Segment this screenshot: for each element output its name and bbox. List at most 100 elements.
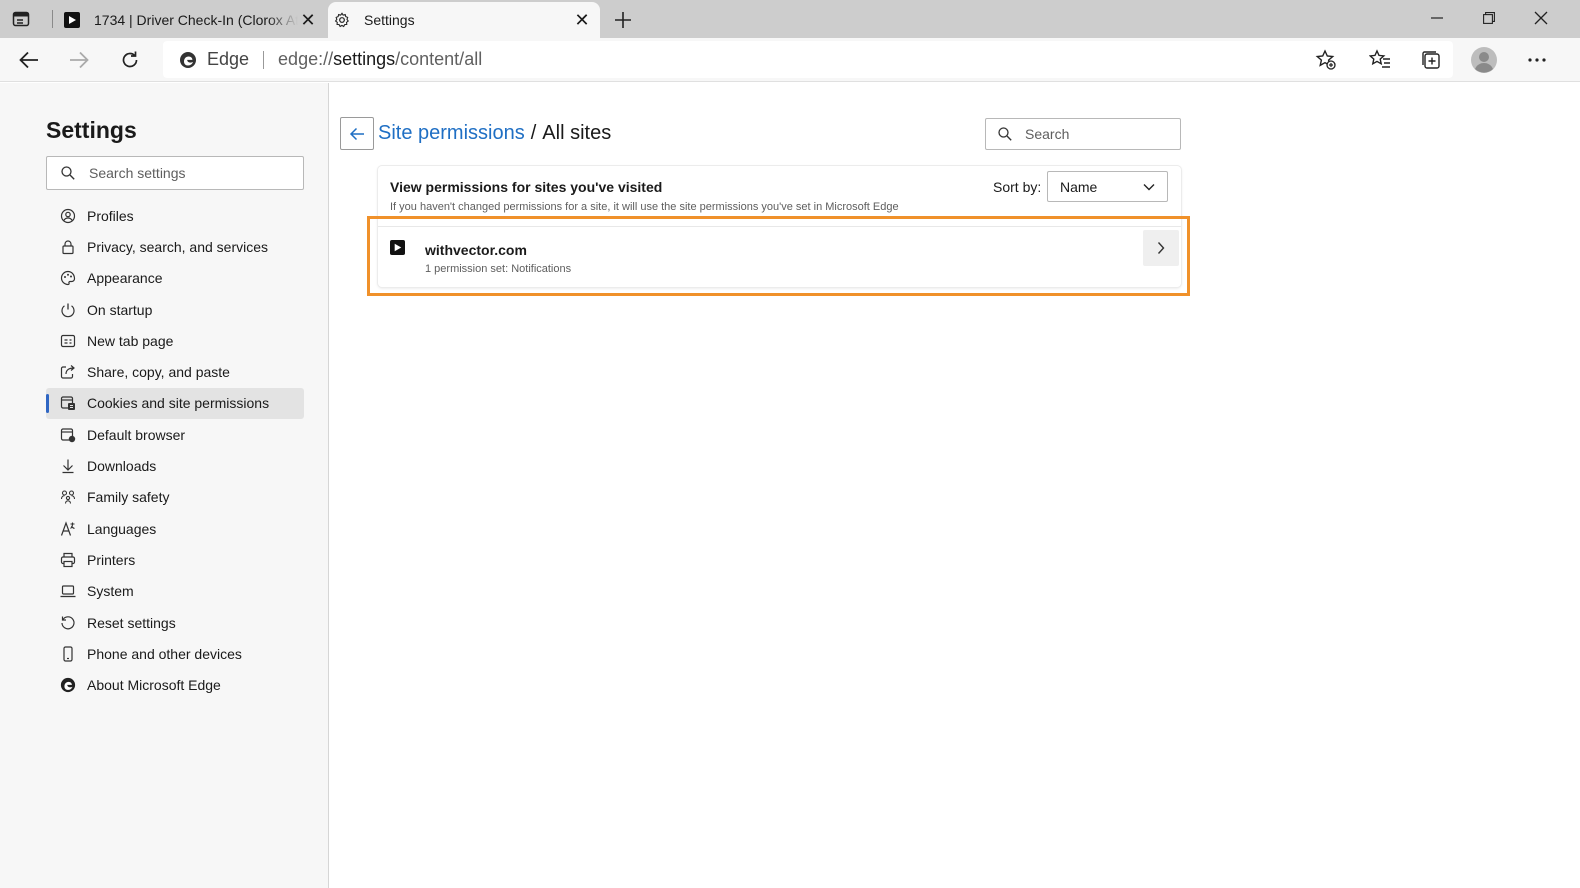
- address-divider: [263, 50, 265, 69]
- palette-icon: [60, 270, 76, 286]
- tab-driver-checkin[interactable]: 1734 | Driver Check-In (Clorox At ✕: [58, 2, 326, 38]
- sidebar-item-about[interactable]: About Microsoft Edge: [46, 669, 304, 700]
- sidebar-item-privacy[interactable]: Privacy, search, and services: [46, 231, 304, 262]
- cookie-icon: [60, 395, 76, 411]
- sidebar-item-label: Share, copy, and paste: [87, 364, 230, 381]
- arrow-right-icon: [70, 51, 89, 69]
- download-icon: [60, 458, 76, 474]
- tab-actions-button[interactable]: [10, 9, 32, 29]
- new-tab-icon: [60, 333, 76, 349]
- forward-button[interactable]: [63, 44, 95, 76]
- sidebar-item-default-browser[interactable]: Default browser: [46, 419, 304, 450]
- sort-by-select[interactable]: Name: [1047, 171, 1168, 202]
- phone-icon: [60, 646, 76, 662]
- collections-button[interactable]: [1415, 44, 1447, 76]
- search-icon: [998, 127, 1012, 141]
- sort-label: Sort by:: [993, 179, 1042, 195]
- breadcrumb-separator: /: [530, 122, 537, 144]
- favorites-icon: [1369, 49, 1390, 68]
- sidebar-item-cookies[interactable]: Cookies and site permissions: [46, 387, 304, 420]
- sidebar-item-label: Phone and other devices: [87, 645, 242, 662]
- sidebar-item-label: Downloads: [87, 458, 157, 475]
- breadcrumb: Site permissions / All sites: [378, 122, 611, 145]
- restore-icon: [1483, 12, 1495, 24]
- sidebar-item-startup[interactable]: On startup: [46, 294, 304, 325]
- profile-button[interactable]: [1468, 44, 1500, 76]
- sidebar-item-system[interactable]: System: [46, 576, 304, 607]
- sidebar-item-label: Reset settings: [87, 614, 176, 631]
- site-row-withvector[interactable]: withvector.com 1 permission set: Notific…: [378, 226, 1181, 286]
- chevron-right-icon: [1157, 242, 1165, 254]
- tab-title: Settings: [364, 12, 415, 28]
- breadcrumb-site-permissions-link[interactable]: Site permissions: [378, 122, 525, 144]
- vector-favicon-icon: [64, 12, 80, 28]
- url-scheme: edge://: [278, 49, 334, 69]
- edge-logo-icon: [60, 677, 76, 693]
- sidebar-item-reset[interactable]: Reset settings: [46, 607, 304, 638]
- sidebar-item-languages[interactable]: Languages: [46, 513, 304, 544]
- address-bar[interactable]: Edge edge://settings/content/all: [163, 41, 1453, 78]
- sidebar-item-appearance[interactable]: Appearance: [46, 263, 304, 294]
- vector-favicon-icon: [390, 240, 405, 255]
- close-tab-icon[interactable]: ✕: [572, 10, 592, 30]
- search-icon: [61, 166, 75, 180]
- avatar: [1471, 47, 1497, 73]
- sidebar-item-label: Languages: [87, 520, 157, 537]
- browser-toolbar: Edge edge://settings/content/all: [0, 38, 1580, 82]
- address-brand: Edge: [207, 49, 250, 69]
- close-icon: [1534, 11, 1548, 25]
- reset-icon: [60, 615, 76, 631]
- site-permission-summary: 1 permission set: Notifications: [425, 263, 572, 275]
- sidebar-item-profiles[interactable]: Profiles: [46, 200, 304, 231]
- card-subtitle: If you haven't changed permissions for a…: [390, 201, 899, 213]
- card-title: View permissions for sites you've visite…: [390, 179, 663, 195]
- close-window-button[interactable]: [1516, 0, 1566, 36]
- open-site-details-button[interactable]: [1143, 230, 1179, 266]
- back-to-site-permissions-button[interactable]: [340, 117, 374, 150]
- sidebar-item-label: New tab page: [87, 332, 174, 349]
- sidebar-item-label: Family safety: [87, 489, 170, 506]
- sidebar-item-label: Cookies and site permissions: [87, 395, 270, 412]
- edge-logo-icon: [180, 51, 196, 68]
- arrow-left-icon: [19, 51, 38, 69]
- favorites-button[interactable]: [1364, 44, 1396, 76]
- sidebar-list: Profiles Privacy, search, and services A…: [46, 200, 304, 701]
- sidebar-item-downloads[interactable]: Downloads: [46, 450, 304, 481]
- sidebar-item-label: Profiles: [87, 207, 134, 224]
- profile-icon: [60, 208, 76, 224]
- chevron-down-icon: [1143, 183, 1155, 190]
- search-placeholder: Search settings: [89, 165, 186, 181]
- minimize-button[interactable]: [1412, 0, 1462, 36]
- restore-button[interactable]: [1464, 0, 1514, 36]
- settings-search-input[interactable]: Search settings: [46, 156, 304, 190]
- url-host: settings: [333, 49, 396, 69]
- tab-actions-icon: [12, 11, 30, 27]
- laptop-icon: [60, 583, 76, 599]
- sidebar-item-label: On startup: [87, 301, 153, 318]
- settings-content: Site permissions / All sites Search View p…: [330, 83, 1580, 888]
- sidebar-item-share[interactable]: Share, copy, and paste: [46, 356, 304, 387]
- tab-settings[interactable]: Settings ✕: [328, 2, 600, 38]
- sidebar-item-printers[interactable]: Printers: [46, 544, 304, 575]
- sidebar-item-family[interactable]: Family safety: [46, 482, 304, 513]
- browser-icon: [60, 427, 76, 443]
- sidebar-item-new-tab[interactable]: New tab page: [46, 325, 304, 356]
- share-icon: [60, 364, 76, 380]
- sidebar-item-label: About Microsoft Edge: [87, 677, 221, 694]
- sites-search-input[interactable]: Search: [985, 118, 1181, 150]
- collections-icon: [1422, 51, 1440, 69]
- family-icon: [60, 489, 76, 505]
- gear-icon: [334, 12, 350, 28]
- refresh-button[interactable]: [114, 44, 146, 76]
- close-tab-icon[interactable]: ✕: [298, 10, 318, 30]
- sidebar-item-phone[interactable]: Phone and other devices: [46, 638, 304, 669]
- sidebar-item-label: Appearance: [87, 270, 163, 287]
- new-tab-button[interactable]: [610, 7, 636, 33]
- refresh-icon: [122, 51, 138, 68]
- add-favorite-button[interactable]: [1310, 44, 1342, 76]
- more-button[interactable]: [1521, 44, 1553, 76]
- back-button[interactable]: [13, 44, 45, 76]
- plus-icon: [615, 12, 631, 28]
- lock-icon: [60, 239, 76, 255]
- minimize-icon: [1431, 17, 1443, 19]
